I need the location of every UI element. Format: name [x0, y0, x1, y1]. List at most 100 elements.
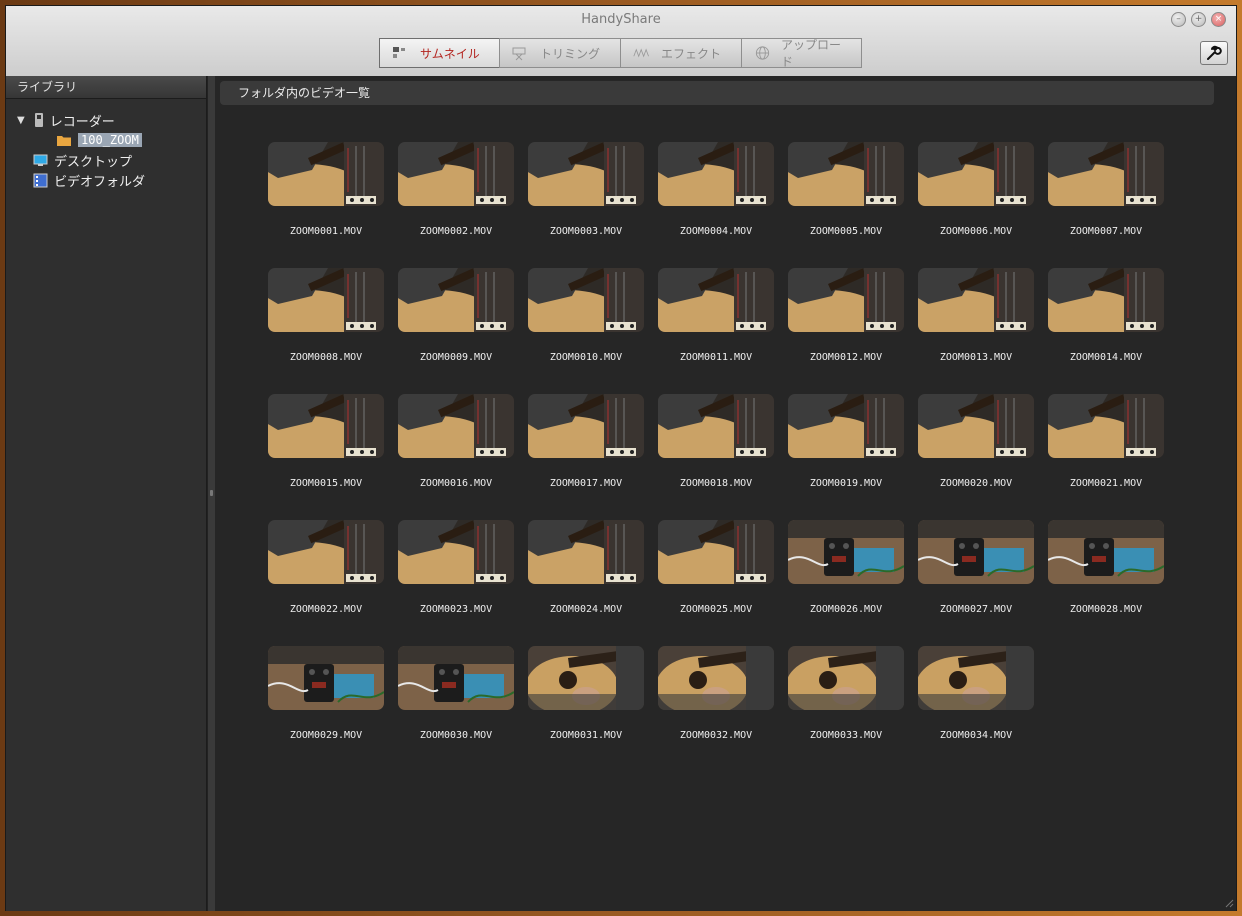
- video-thumbnail[interactable]: [528, 520, 644, 584]
- library-header: ライブラリ: [6, 76, 206, 99]
- video-item[interactable]: ZOOM0032.MOV: [658, 646, 774, 756]
- title-bar[interactable]: HandyShare – + × サムネイル トリミング エフェクト アップロー…: [6, 6, 1236, 77]
- video-item[interactable]: ZOOM0021.MOV: [1048, 394, 1164, 504]
- library-sidebar: ライブラリ ▼ レコーダー 100_ZOOM デスクトップ ビデオフォルダ: [6, 76, 207, 911]
- video-thumbnail[interactable]: [398, 268, 514, 332]
- video-filename: ZOOM0022.MOV: [289, 604, 363, 615]
- expand-triangle-icon[interactable]: ▼: [17, 115, 25, 126]
- video-item[interactable]: ZOOM0018.MOV: [658, 394, 774, 504]
- minimize-button[interactable]: –: [1171, 12, 1186, 27]
- tab-thumbnail[interactable]: サムネイル: [379, 38, 500, 68]
- video-thumbnail[interactable]: [658, 646, 774, 710]
- video-thumbnail[interactable]: [528, 142, 644, 206]
- video-thumbnail[interactable]: [918, 394, 1034, 458]
- video-thumbnail[interactable]: [658, 394, 774, 458]
- video-item[interactable]: ZOOM0024.MOV: [528, 520, 644, 630]
- video-item[interactable]: ZOOM0006.MOV: [918, 142, 1034, 252]
- video-item[interactable]: ZOOM0009.MOV: [398, 268, 514, 378]
- video-item[interactable]: ZOOM0011.MOV: [658, 268, 774, 378]
- video-thumbnail[interactable]: [398, 394, 514, 458]
- video-item[interactable]: ZOOM0027.MOV: [918, 520, 1034, 630]
- video-thumbnail[interactable]: [398, 646, 514, 710]
- video-thumbnail[interactable]: [528, 646, 644, 710]
- close-button[interactable]: ×: [1211, 12, 1226, 27]
- splitter-grip[interactable]: [210, 490, 213, 496]
- video-filename: ZOOM0002.MOV: [419, 226, 493, 237]
- video-item[interactable]: ZOOM0016.MOV: [398, 394, 514, 504]
- video-item[interactable]: ZOOM0017.MOV: [528, 394, 644, 504]
- video-thumbnail[interactable]: [918, 646, 1034, 710]
- video-item[interactable]: ZOOM0031.MOV: [528, 646, 644, 756]
- video-item[interactable]: ZOOM0020.MOV: [918, 394, 1034, 504]
- video-thumbnail[interactable]: [1048, 520, 1164, 584]
- video-item[interactable]: ZOOM0001.MOV: [268, 142, 384, 252]
- settings-button[interactable]: [1200, 41, 1228, 65]
- video-thumbnail[interactable]: [788, 520, 904, 584]
- video-thumbnail[interactable]: [788, 142, 904, 206]
- video-item[interactable]: ZOOM0002.MOV: [398, 142, 514, 252]
- video-thumbnail[interactable]: [658, 268, 774, 332]
- video-thumbnail[interactable]: [268, 394, 384, 458]
- video-filename: ZOOM0014.MOV: [1069, 352, 1143, 363]
- tab-thumbnail-label: サムネイル: [420, 46, 480, 61]
- folder-icon: [57, 135, 71, 146]
- resize-grip-icon[interactable]: [1224, 898, 1234, 908]
- video-item[interactable]: ZOOM0028.MOV: [1048, 520, 1164, 630]
- tree-label-videos: ビデオフォルダ: [54, 174, 146, 190]
- video-thumbnail[interactable]: [268, 268, 384, 332]
- video-item[interactable]: ZOOM0005.MOV: [788, 142, 904, 252]
- video-filename: ZOOM0012.MOV: [809, 352, 883, 363]
- video-thumbnail[interactable]: [528, 268, 644, 332]
- video-filename: ZOOM0023.MOV: [419, 604, 493, 615]
- video-thumbnail[interactable]: [918, 142, 1034, 206]
- video-thumbnail[interactable]: [918, 520, 1034, 584]
- tree-item-folder[interactable]: 100_ZOOM: [56, 131, 142, 149]
- video-thumbnail[interactable]: [658, 520, 774, 584]
- video-item[interactable]: ZOOM0033.MOV: [788, 646, 904, 756]
- video-thumbnail[interactable]: [788, 268, 904, 332]
- video-item[interactable]: ZOOM0013.MOV: [918, 268, 1034, 378]
- video-thumbnail[interactable]: [268, 142, 384, 206]
- video-filename: ZOOM0032.MOV: [679, 730, 753, 741]
- video-thumbnail[interactable]: [528, 394, 644, 458]
- video-item[interactable]: ZOOM0030.MOV: [398, 646, 514, 756]
- video-list-header: フォルダ内のビデオ一覧: [220, 81, 1214, 105]
- video-thumbnail[interactable]: [268, 646, 384, 710]
- video-item[interactable]: ZOOM0026.MOV: [788, 520, 904, 630]
- video-folder-icon: [33, 173, 48, 187]
- video-item[interactable]: ZOOM0007.MOV: [1048, 142, 1164, 252]
- video-thumbnail[interactable]: [658, 142, 774, 206]
- video-item[interactable]: ZOOM0015.MOV: [268, 394, 384, 504]
- video-thumbnail[interactable]: [398, 520, 514, 584]
- video-filename: ZOOM0011.MOV: [679, 352, 753, 363]
- video-item[interactable]: ZOOM0003.MOV: [528, 142, 644, 252]
- tab-effect[interactable]: エフェクト: [620, 38, 742, 68]
- video-thumbnail[interactable]: [268, 520, 384, 584]
- video-item[interactable]: ZOOM0025.MOV: [658, 520, 774, 630]
- video-item[interactable]: ZOOM0014.MOV: [1048, 268, 1164, 378]
- tab-trimming[interactable]: トリミング: [499, 38, 621, 68]
- tree-item-videos[interactable]: ビデオフォルダ: [33, 171, 146, 190]
- video-thumbnail[interactable]: [1048, 394, 1164, 458]
- tree-item-recorder[interactable]: ▼ レコーダー: [17, 111, 115, 130]
- video-thumbnail[interactable]: [788, 394, 904, 458]
- video-item[interactable]: ZOOM0004.MOV: [658, 142, 774, 252]
- video-thumbnail[interactable]: [918, 268, 1034, 332]
- video-thumbnail[interactable]: [1048, 142, 1164, 206]
- video-filename: ZOOM0010.MOV: [549, 352, 623, 363]
- video-item[interactable]: ZOOM0034.MOV: [918, 646, 1034, 756]
- video-thumbnail[interactable]: [398, 142, 514, 206]
- video-item[interactable]: ZOOM0008.MOV: [268, 268, 384, 378]
- video-item[interactable]: ZOOM0029.MOV: [268, 646, 384, 756]
- video-item[interactable]: ZOOM0012.MOV: [788, 268, 904, 378]
- tab-upload[interactable]: アップロード: [741, 38, 862, 69]
- video-item[interactable]: ZOOM0022.MOV: [268, 520, 384, 630]
- video-item[interactable]: ZOOM0019.MOV: [788, 394, 904, 504]
- video-item[interactable]: ZOOM0023.MOV: [398, 520, 514, 630]
- tree-item-desktop[interactable]: デスクトップ: [33, 151, 132, 170]
- video-thumbnail[interactable]: [788, 646, 904, 710]
- video-filename: ZOOM0026.MOV: [809, 604, 883, 615]
- video-thumbnail[interactable]: [1048, 268, 1164, 332]
- maximize-button[interactable]: +: [1191, 12, 1206, 27]
- video-item[interactable]: ZOOM0010.MOV: [528, 268, 644, 378]
